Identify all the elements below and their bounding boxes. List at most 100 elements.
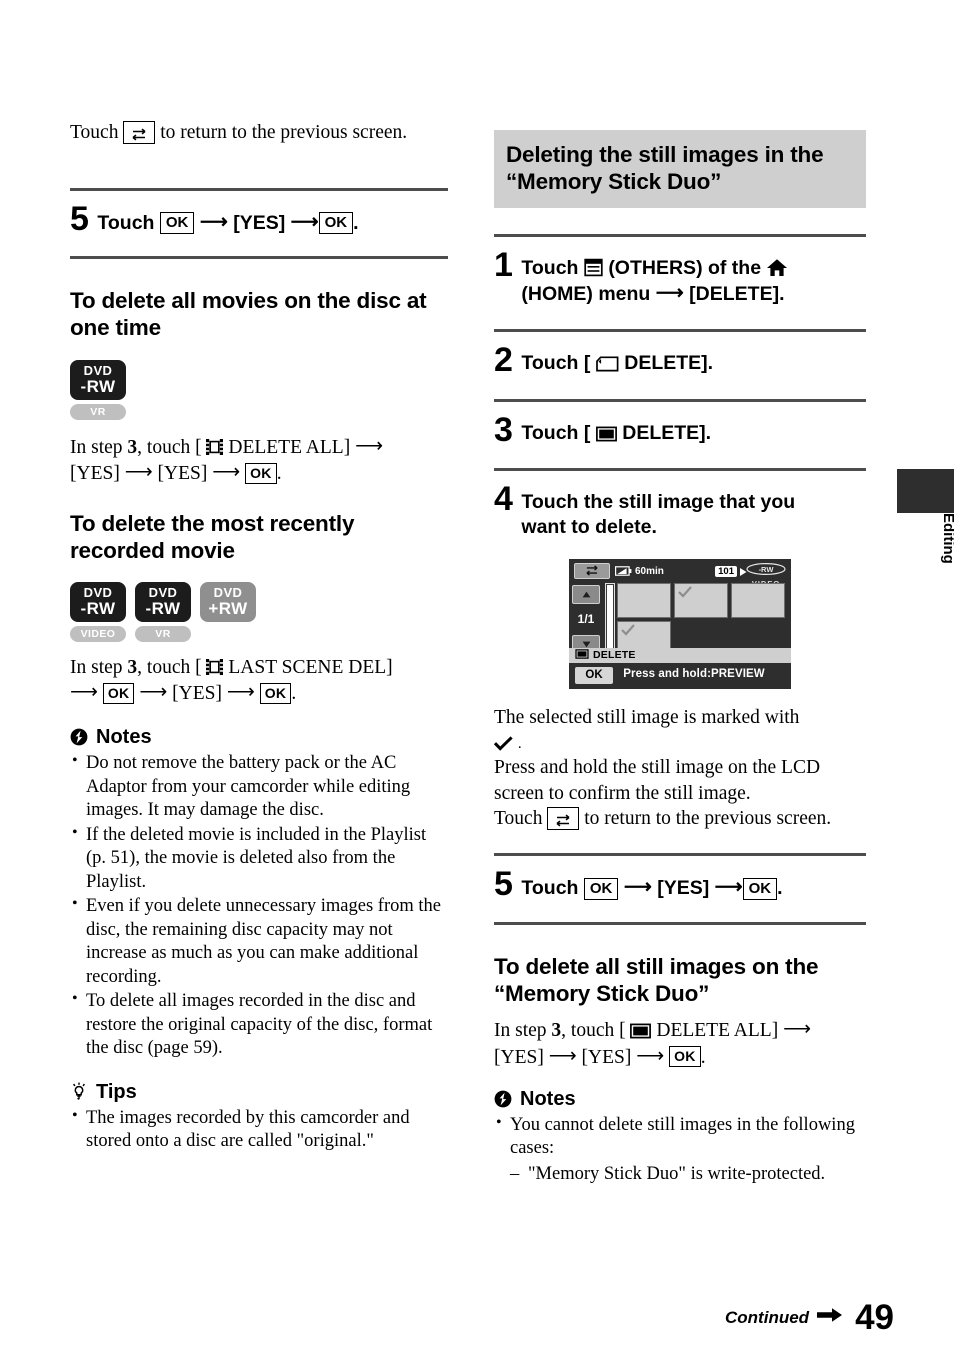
up-triangle-icon[interactable] (572, 584, 600, 604)
notes-title: Notes (520, 1087, 576, 1110)
badge-line1: DVD (83, 363, 113, 379)
step-4-body: Touch the still image that you want to d… (521, 491, 796, 539)
step-2-touch: Touch [ (521, 352, 591, 375)
return-icon[interactable] (574, 562, 610, 579)
disc-format-label: VR (135, 625, 191, 642)
step-4-number: 4 (494, 480, 513, 519)
divider (494, 233, 866, 237)
tips-bulb-icon (70, 1081, 88, 1104)
instruction-yes1: [YES] (494, 1046, 544, 1068)
still-image-icon (575, 648, 589, 662)
still-image-icon (626, 1020, 657, 1041)
step-5-period: . (777, 877, 783, 900)
disc-badge: DVD -RW VR (70, 359, 126, 420)
left-column: Touch to return to the previous screen. … (70, 120, 448, 1155)
notes-icon (70, 726, 88, 749)
divider (494, 398, 866, 402)
ok-button-icon: OK (245, 462, 277, 484)
in-step-prefix: In step (494, 1020, 547, 1042)
after-lcd-text: The selected still image is marked with … (494, 705, 866, 832)
step-5: 5 Touch OK ⟶ [YES] ⟶ OK. (494, 867, 866, 901)
step-5-touch: Touch (521, 877, 579, 900)
divider (494, 853, 866, 857)
arrow-icon: ⟶ (783, 1019, 812, 1041)
divider (494, 468, 866, 472)
check-icon (494, 732, 518, 753)
notes-title: Notes (96, 726, 152, 749)
dvd-plus-rw-badge: DVD +RW (200, 581, 256, 622)
instruction-label: DELETE ALL] (656, 1020, 779, 1042)
step-5-period: . (353, 211, 359, 234)
step-4: 4 Touch the still image that you want to… (494, 480, 866, 541)
step-3-touch: Touch [ (521, 421, 591, 444)
arrow-icon: ⟶ (355, 435, 384, 457)
sub-list-item: "Memory Stick Duo" is write-protected. (510, 1163, 866, 1187)
thumbnail-item[interactable] (731, 582, 785, 618)
instruction-delete-recent-movie: In step 3, touch [ LAST SCENE DEL] ⟶ OK … (70, 655, 448, 706)
thumbnail-item[interactable] (674, 582, 728, 618)
arrow-icon: ⟶ (212, 461, 241, 483)
tips-heading: Tips (70, 1081, 448, 1104)
intro-paragraph: Touch to return to the previous screen. (70, 120, 448, 146)
continued-label: Continued (725, 1307, 810, 1327)
arrow-icon: ⟶ (636, 1045, 665, 1067)
ok-button-icon: OK (159, 212, 195, 235)
ok-button-icon: OK (102, 683, 135, 705)
lcd-bottom-bar: OK Press and hold:PREVIEW (569, 663, 791, 689)
arrow-icon: ⟶ (226, 682, 255, 704)
step-3-label: DELETE]. (622, 421, 712, 444)
arrow-icon: ⟶ (290, 210, 319, 233)
badge-line1: DVD (83, 585, 113, 601)
list-item: If the deleted movie is included in the … (70, 823, 448, 894)
ok-button-icon: OK (583, 878, 619, 900)
dvd-rw-video-badge: DVD -RW (70, 581, 126, 622)
step-number-ref: 3 (127, 656, 138, 678)
instruction-yes1: [YES] (70, 462, 120, 484)
step-1-body: Touch (OTHERS) of the (HOME) menu ⟶ [DEL… (521, 249, 788, 307)
step-1-home-menu: (HOME) menu (521, 282, 651, 305)
notes-heading: Notes (494, 1088, 866, 1111)
return-icon (123, 120, 156, 145)
badge-line2: -RW (80, 599, 116, 619)
disc-format-label: VR (70, 403, 126, 420)
disc-format-label: VIDEO (70, 625, 126, 642)
instruction-delete-all-movies: In step 3, touch [ DELETE ALL] ⟶ [YES] ⟶… (70, 434, 448, 486)
scrollbar-thumb[interactable] (607, 584, 613, 657)
still-image-icon (590, 422, 622, 444)
step-5-body: Touch OK ⟶ [YES] ⟶ OK. (97, 203, 359, 236)
manual-page: Touch to return to the previous screen. … (0, 0, 954, 1357)
notes-list: Do not remove the battery pack or the AC… (70, 751, 448, 1060)
folder-number: 101 (715, 565, 737, 578)
check-icon (621, 623, 635, 641)
divider (70, 187, 448, 191)
lcd-strip-label: DELETE (593, 649, 636, 662)
disc-badge-row: DVD -RW VR (70, 359, 448, 420)
instruction-mid: , touch [ (561, 1020, 626, 1042)
instruction-period: . (700, 1046, 706, 1068)
heading-delete-recent-movie: To delete the most recently recorded mov… (70, 510, 355, 564)
after-lcd-period: . (517, 736, 522, 753)
check-icon (678, 585, 692, 603)
battery-indicator: 60min (615, 563, 664, 581)
list-item-text: You cannot delete still images in the fo… (510, 1114, 855, 1159)
intro-touch-word: Touch (70, 122, 119, 143)
step-5-yes: [YES] (233, 211, 286, 234)
disc-badge-row: DVD -RW VIDEO DVD -RW VR DVD +RW (70, 581, 448, 642)
battery-icon (615, 563, 632, 581)
disc-format-label (200, 626, 256, 642)
movie-film-icon (202, 657, 229, 678)
list-item: To delete all images recorded in the dis… (70, 989, 448, 1060)
disc-badge: DVD -RW VR (135, 581, 191, 642)
instruction-label: DELETE ALL] (228, 436, 351, 458)
badge-line1: DVD (213, 585, 243, 601)
continued-arrow-icon (817, 1307, 843, 1328)
instruction-yes: [YES] (172, 682, 222, 704)
badge-line2: -RW (80, 377, 116, 397)
disc-badge: DVD -RW VIDEO (70, 581, 126, 642)
page-indicator: 1/1 (577, 611, 595, 626)
instruction-delete-all-stills: In step 3, touch [ DELETE ALL] ⟶ [YES] ⟶… (494, 1017, 866, 1069)
thumbnail-item[interactable] (617, 582, 671, 618)
after-lcd-line1: The selected still image is marked with (494, 706, 800, 728)
step-5: 5 Touch OK ⟶ [YES] ⟶ OK. (70, 202, 448, 236)
battery-time: 60min (635, 566, 664, 578)
